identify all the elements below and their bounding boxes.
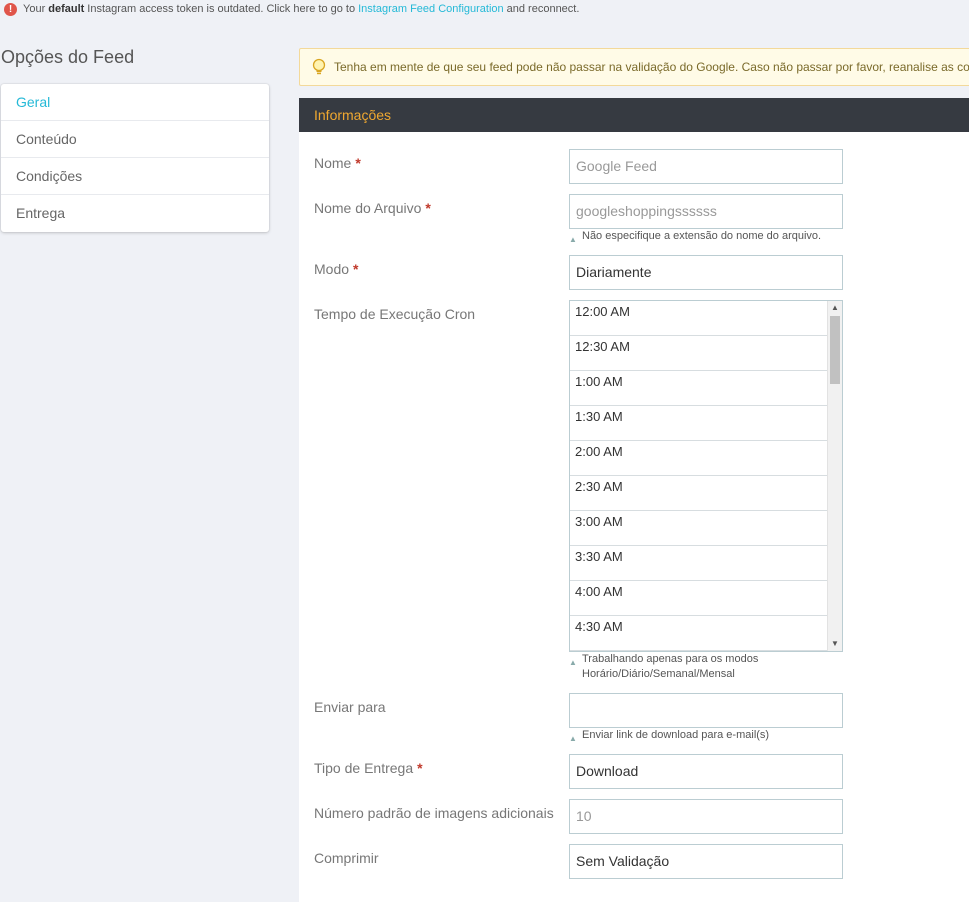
cron-option[interactable]: 3:00 AM bbox=[570, 511, 827, 546]
scroll-up-arrow-icon[interactable]: ▲ bbox=[828, 301, 842, 315]
triangle-up-icon: ▲ bbox=[569, 235, 577, 244]
arquivo-help: ▲ Não especifique a extensão do nome do a… bbox=[569, 229, 821, 244]
nome-input[interactable]: Google Feed bbox=[569, 149, 843, 184]
enviar-label: Enviar para bbox=[314, 699, 386, 715]
info-panel: Nome * Google Feed Nome do Arquivo * googl… bbox=[299, 132, 969, 902]
feed-options-title: Opções do Feed bbox=[1, 47, 135, 67]
warning-text: Tenha em mente de que seu feed pode não … bbox=[334, 60, 969, 74]
alert-text-post: and reconnect. bbox=[506, 3, 580, 15]
menu-item-conteudo[interactable]: Conteúdo bbox=[1, 121, 269, 158]
feed-options-menu: Geral Conteúdo Condições Entrega bbox=[1, 84, 269, 232]
cron-option[interactable]: 3:30 AM bbox=[570, 546, 827, 581]
enviar-input[interactable] bbox=[569, 693, 843, 728]
cron-option[interactable]: 2:00 AM bbox=[570, 441, 827, 476]
cron-option[interactable]: 12:30 AM bbox=[570, 336, 827, 371]
menu-item-geral[interactable]: Geral bbox=[1, 84, 269, 121]
enviar-help: ▲ Enviar link de download para e-mail(s) bbox=[569, 728, 769, 743]
arquivo-label: Nome do Arquivo * bbox=[314, 200, 431, 216]
scroll-down-arrow-icon[interactable]: ▼ bbox=[828, 637, 842, 651]
scrollbar-thumb[interactable] bbox=[830, 316, 840, 384]
alert-text-pre: Your bbox=[23, 3, 46, 15]
nome-label: Nome * bbox=[314, 155, 361, 171]
cron-label: Tempo de Execução Cron bbox=[314, 306, 476, 322]
modo-select[interactable]: Diariamente bbox=[569, 255, 843, 290]
menu-item-entrega[interactable]: Entrega bbox=[1, 195, 269, 232]
comprimir-label: Comprimir bbox=[314, 850, 379, 866]
cron-option[interactable]: 1:30 AM bbox=[570, 406, 827, 441]
modo-label: Modo * bbox=[314, 261, 359, 277]
cron-option[interactable]: 4:00 AM bbox=[570, 581, 827, 616]
cron-scrollbar[interactable]: ▲ ▼ bbox=[827, 301, 842, 651]
alert-text-bold: default bbox=[48, 3, 85, 15]
comprimir-select[interactable]: Sem Validação bbox=[569, 844, 843, 879]
imagens-label: Número padrão de imagens adicionais bbox=[314, 805, 554, 821]
token-alert[interactable]: ! Your default Instagram access token is… bbox=[0, 0, 579, 18]
triangle-up-icon: ▲ bbox=[569, 658, 577, 667]
arquivo-input[interactable]: googleshoppingssssss bbox=[569, 194, 843, 229]
menu-item-condicoes[interactable]: Condições bbox=[1, 158, 269, 195]
cron-time-list[interactable]: 12:00 AM 12:30 AM 1:00 AM 1:30 AM 2:00 A… bbox=[569, 300, 843, 652]
alert-text-mid: Instagram access token is outdated. Clic… bbox=[87, 3, 356, 15]
instagram-config-link[interactable]: Instagram Feed Configuration bbox=[358, 3, 504, 15]
cron-option[interactable]: 4:30 AM bbox=[570, 616, 827, 651]
google-validation-warning: Tenha em mente de que seu feed pode não … bbox=[299, 48, 969, 86]
exclamation-icon: ! bbox=[4, 2, 17, 16]
tipo-entrega-select[interactable]: Download bbox=[569, 754, 843, 789]
panel-title: Informações bbox=[299, 98, 969, 132]
cron-option[interactable]: 12:00 AM bbox=[570, 301, 827, 336]
tipo-label: Tipo de Entrega * bbox=[314, 760, 423, 776]
lightbulb-icon bbox=[312, 58, 326, 75]
cron-option[interactable]: 2:30 AM bbox=[570, 476, 827, 511]
imagens-input[interactable]: 10 bbox=[569, 799, 843, 834]
triangle-up-icon: ▲ bbox=[569, 734, 577, 743]
cron-option[interactable]: 1:00 AM bbox=[570, 371, 827, 406]
cron-help: ▲ Trabalhando apenas para os modos Horário… bbox=[569, 653, 759, 680]
